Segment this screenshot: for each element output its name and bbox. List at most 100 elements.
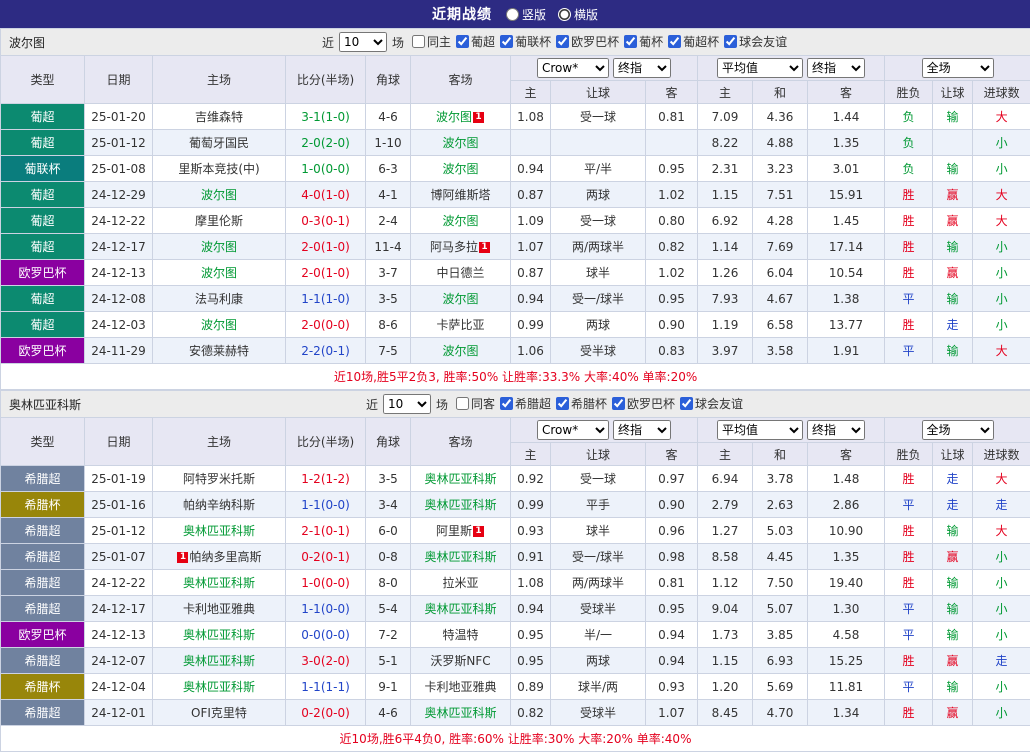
result-handicap: 输: [933, 596, 973, 622]
avg-odds-away: 1.91: [808, 338, 885, 364]
avg-odds-away: 1.30: [808, 596, 885, 622]
match-date: 24-12-13: [85, 260, 153, 286]
avg-odds-home: 6.92: [698, 208, 753, 234]
league-filter[interactable]: 球会友谊: [680, 395, 743, 412]
match-row: 葡超25-01-20吉维森特3-1(1-0)4-6波尔图11.08受一球0.81…: [1, 104, 1030, 130]
average-final-select[interactable]: 终指: [807, 58, 865, 78]
league-filter-label: 欧罗巴杯: [627, 395, 675, 412]
league-filter[interactable]: 葡联杯: [500, 33, 551, 50]
league-badge: 葡超: [1, 234, 85, 260]
match-date: 25-01-19: [85, 466, 153, 492]
view-radio[interactable]: [506, 8, 519, 21]
league-filter-checkbox[interactable]: [500, 397, 513, 410]
league-filter-label: 欧罗巴杯: [571, 33, 619, 50]
league-filter-checkbox[interactable]: [668, 35, 681, 48]
league-filter-label: 球会友谊: [739, 33, 787, 50]
away-team: 中日德兰: [411, 260, 511, 286]
match-row: 希腊超25-01-19阿特罗米托斯1-2(1-2)3-5奥林匹亚科斯0.92受一…: [1, 466, 1030, 492]
handicap-line: 受球半: [551, 700, 646, 726]
result-handicap: 赢: [933, 208, 973, 234]
final-odds-select[interactable]: 终指: [613, 420, 671, 440]
avg-odds-home: 1.19: [698, 312, 753, 338]
handicap-line: 两球: [551, 312, 646, 338]
home-team: OFI克里特: [153, 700, 286, 726]
result-goals: 大: [973, 518, 1030, 544]
bookmaker-select[interactable]: Crow*: [537, 58, 609, 78]
result-wdl: 胜: [885, 312, 933, 338]
match-row: 欧罗巴杯24-11-29安德莱赫特2-2(0-1)7-5波尔图1.06受半球0.…: [1, 338, 1030, 364]
opponent-team-name: 中日德兰: [436, 266, 484, 280]
fulltime-select[interactable]: 全场: [922, 58, 994, 78]
opponent-team-name: 法马利康: [195, 292, 243, 306]
corners: 9-1: [366, 674, 411, 700]
league-filter[interactable]: 欧罗巴杯: [612, 395, 675, 412]
result-handicap: 输: [933, 104, 973, 130]
league-filter[interactable]: 希腊杯: [556, 395, 607, 412]
col-avg-away: 客: [808, 443, 885, 466]
league-filter[interactable]: 希腊超: [500, 395, 551, 412]
team-name: 波尔图: [1, 34, 139, 51]
handicap-line: 平/半: [551, 156, 646, 182]
average-select[interactable]: 平均值: [717, 420, 803, 440]
league-filter[interactable]: 葡杯: [624, 33, 663, 50]
away-team: 沃罗斯NFC: [411, 648, 511, 674]
score: 1-1(0-0): [286, 596, 366, 622]
home-team: 吉维森特: [153, 104, 286, 130]
match-date: 24-12-29: [85, 182, 153, 208]
league-filter-checkbox[interactable]: [412, 35, 425, 48]
handicap-odds-away: 0.90: [646, 492, 698, 518]
corners: 6-3: [366, 156, 411, 182]
final-odds-select[interactable]: 终指: [613, 58, 671, 78]
league-filter[interactable]: 球会友谊: [724, 33, 787, 50]
result-handicap: 走: [933, 466, 973, 492]
opponent-team-name: 摩里伦斯: [195, 214, 243, 228]
handicap-odds-home: 0.94: [511, 156, 551, 182]
league-filter-label: 球会友谊: [695, 395, 743, 412]
league-filter-checkbox[interactable]: [612, 397, 625, 410]
away-team: 卡萨比亚: [411, 312, 511, 338]
recent-count-select[interactable]: 10: [383, 394, 431, 414]
result-wdl: 胜: [885, 466, 933, 492]
league-filter-checkbox[interactable]: [556, 35, 569, 48]
opponent-team-name: 阿里斯: [436, 524, 472, 538]
fulltime-header: 全场: [885, 56, 1030, 81]
avg-odds-draw: 2.63: [753, 492, 808, 518]
view-option[interactable]: 竖版: [506, 6, 546, 23]
bookmaker-select[interactable]: Crow*: [537, 420, 609, 440]
league-filter-checkbox[interactable]: [556, 397, 569, 410]
league-filter[interactable]: 葡超杯: [668, 33, 719, 50]
away-team: 卡利地亚雅典: [411, 674, 511, 700]
average-select[interactable]: 平均值: [717, 58, 803, 78]
league-filter[interactable]: 葡超: [456, 33, 495, 50]
match-date: 25-01-12: [85, 518, 153, 544]
league-badge: 葡联杯: [1, 156, 85, 182]
avg-odds-away: 10.54: [808, 260, 885, 286]
average-final-select[interactable]: 终指: [807, 420, 865, 440]
team-name: 奥林匹亚科斯: [1, 396, 139, 413]
summary-text: 近10场,胜6平4负0, 胜率:60% 让胜率:30% 大率:20% 单率:40…: [1, 726, 1030, 752]
home-team: 帕纳辛纳科斯: [153, 492, 286, 518]
league-filter[interactable]: 欧罗巴杯: [556, 33, 619, 50]
league-filter[interactable]: 同主: [412, 33, 451, 50]
opponent-team-name: 拉米亚: [442, 576, 478, 590]
league-filter-checkbox[interactable]: [500, 35, 513, 48]
handicap-odds-home: 0.87: [511, 260, 551, 286]
opponent-team-name: 葡萄牙国民: [189, 136, 249, 150]
col-result-goals: 进球数: [973, 443, 1030, 466]
fulltime-select[interactable]: 全场: [922, 420, 994, 440]
league-filter-checkbox[interactable]: [456, 397, 469, 410]
view-option[interactable]: 横版: [558, 6, 598, 23]
handicap-odds-home: 0.95: [511, 622, 551, 648]
handicap-odds-home: 1.07: [511, 234, 551, 260]
league-filter-checkbox[interactable]: [724, 35, 737, 48]
view-radio[interactable]: [558, 8, 571, 21]
league-filter-checkbox[interactable]: [680, 397, 693, 410]
league-filter-checkbox[interactable]: [456, 35, 469, 48]
column-header-row: 类型 日期 主场 比分(半场) 角球 客场 Crow*终指 平均值终指 全场: [1, 56, 1030, 81]
col-type: 类型: [1, 418, 85, 466]
league-filter[interactable]: 同客: [456, 395, 495, 412]
corners: 4-1: [366, 182, 411, 208]
recent-count-select[interactable]: 10: [339, 32, 387, 52]
league-filter-checkbox[interactable]: [624, 35, 637, 48]
avg-odds-away: 1.48: [808, 466, 885, 492]
